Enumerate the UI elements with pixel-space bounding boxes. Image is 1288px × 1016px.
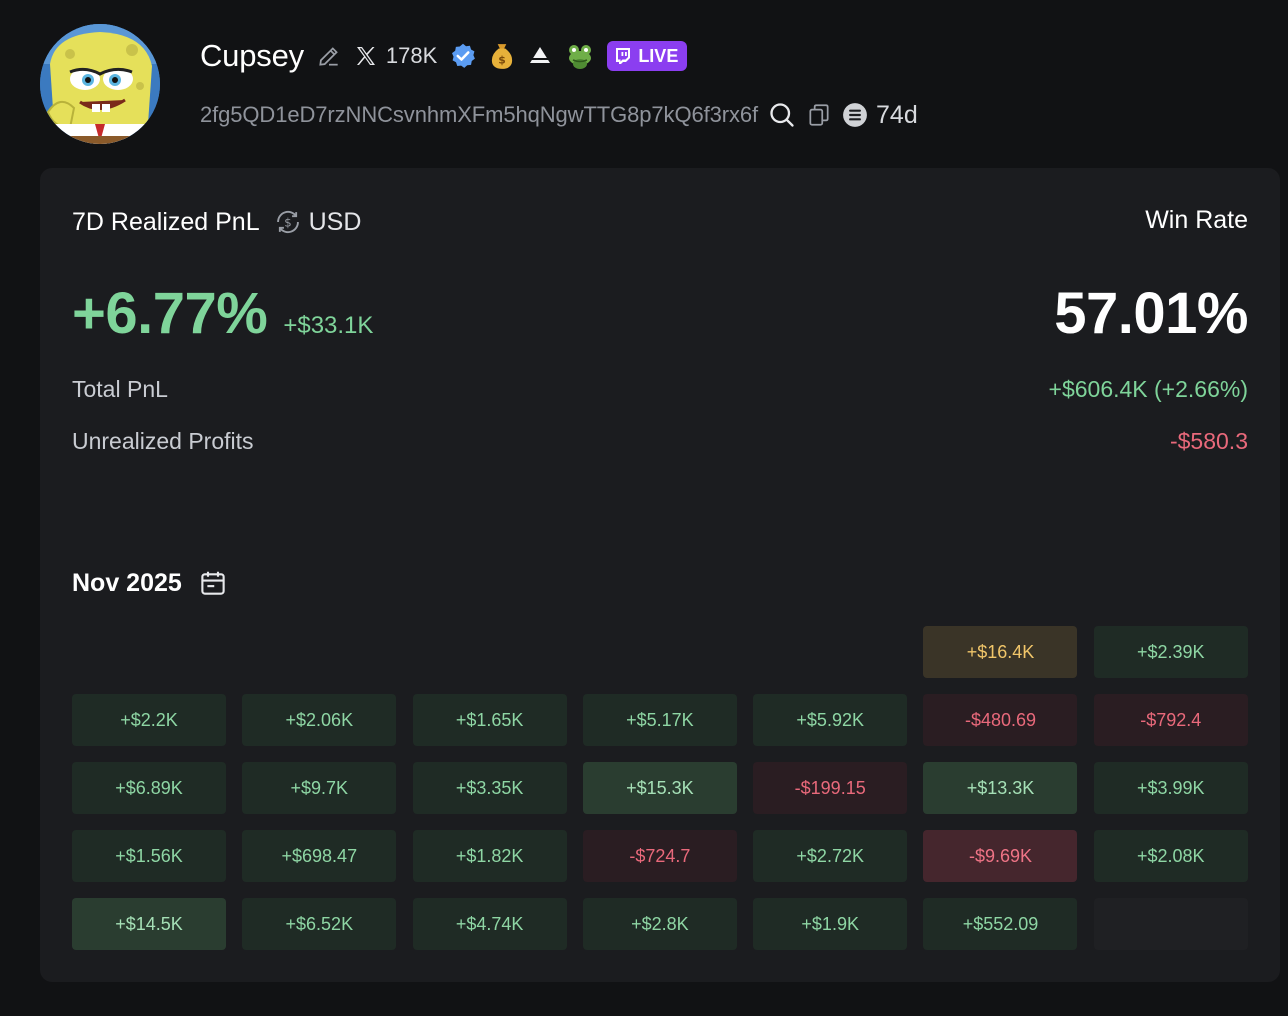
total-pnl-label: Total PnL [72, 376, 168, 402]
calendar-day-cell[interactable]: +$2.08K [1093, 830, 1248, 882]
currency-label: USD [308, 207, 362, 236]
currency-toggle[interactable]: $ USD [274, 207, 362, 237]
calendar-day-cell[interactable]: -$199.15 [753, 762, 908, 814]
avatar-image [40, 24, 160, 144]
calendar-day-cell[interactable]: +$13.3K [923, 762, 1078, 814]
calendar-day-cell[interactable]: +$5.17K [582, 694, 737, 746]
wallet-address[interactable]: 2fg5QD1eD7rzNNCsvnhmXFm5hqNgwTTG8p7kQ6f3… [200, 102, 758, 128]
edit-pencil-icon[interactable] [316, 43, 342, 69]
calendar-day-cell[interactable]: +$15.3K [582, 762, 737, 814]
calendar-day-cell[interactable]: +$2.2K [72, 694, 226, 746]
calendar-day-cell[interactable]: +$6.52K [242, 898, 397, 950]
calendar-day-cell[interactable]: +$14.5K [72, 898, 226, 950]
pnl-main-values: +6.77% +$33.1K [72, 280, 373, 347]
calendar-grid: +$16.4K +$2.39K +$2.2K +$2.06K +$1.65K +$5.17… [72, 626, 1248, 950]
calendar-day-cell[interactable]: +$9.7K [242, 762, 397, 814]
win-rate-label: Win Rate [1145, 206, 1248, 234]
calendar-empty-slot [753, 626, 907, 678]
calendar-day-cell[interactable]: -$792.4 [1093, 694, 1248, 746]
calendar-day-cell[interactable]: +$5.92K [753, 694, 908, 746]
calendar-empty-slot [413, 626, 567, 678]
calendar-empty-slot [583, 626, 737, 678]
calendar-day-cell[interactable]: -$724.7 [582, 830, 737, 882]
frog-icon[interactable] [565, 42, 595, 70]
calendar-header: Nov 2025 [72, 566, 228, 600]
calendar-empty-slot [72, 626, 226, 678]
calendar-day-cell[interactable]: +$6.89K [72, 762, 226, 814]
calendar-empty-slot [242, 626, 396, 678]
calendar-day-cell[interactable]: +$4.74K [412, 898, 567, 950]
calendar-day-cell [1093, 898, 1248, 950]
calendar-day-cell[interactable]: +$552.09 [923, 898, 1078, 950]
total-pnl-value: +$606.4K (+2.66%) [1048, 376, 1248, 402]
calendar-day-cell[interactable]: +$1.56K [72, 830, 226, 882]
svg-text:$: $ [499, 54, 506, 67]
calendar-day-cell[interactable]: +$2.72K [753, 830, 908, 882]
calendar-day-cell[interactable]: +$2.8K [582, 898, 737, 950]
pnl-title-row: 7D Realized PnL $ USD [72, 206, 361, 238]
calendar-day-cell[interactable]: +$2.06K [242, 694, 397, 746]
follower-count: 178K [385, 43, 438, 68]
pnl-title: 7D Realized PnL [72, 207, 260, 236]
calendar-day-cell[interactable]: +$698.47 [242, 830, 397, 882]
currency-swap-icon: $ [276, 210, 299, 234]
calendar-day-cell[interactable]: +$2.39K [1093, 626, 1248, 678]
calendar-day-cell[interactable]: +$3.99K [1093, 762, 1248, 814]
avatar[interactable] [40, 24, 160, 144]
win-rate-value: 57.01% [1054, 281, 1248, 346]
pnl-percent: +6.77% [72, 281, 268, 346]
profile-header: Cupsey 178K $ LIVE 2fg5QD1eD7rzNNCsvnhmX… [40, 24, 1260, 144]
calendar-day-cell[interactable]: +$1.9K [753, 898, 908, 950]
address-row: 2fg5QD1eD7rzNNCsvnhmXFm5hqNgwTTG8p7kQ6f3… [200, 98, 918, 132]
live-badge[interactable]: LIVE [607, 41, 688, 71]
svg-text:$: $ [284, 216, 291, 230]
calendar-day-cell[interactable]: -$9.69K [923, 830, 1078, 882]
calendar-day-cell[interactable]: +$1.65K [412, 694, 567, 746]
chain-icon [842, 102, 868, 128]
calendar-day-cell[interactable]: +$16.4K [923, 626, 1078, 678]
calendar-day-cell[interactable]: +$3.35K [412, 762, 567, 814]
calendar-day-cell[interactable]: -$480.69 [923, 694, 1078, 746]
pnl-card: 7D Realized PnL $ USD Win Rate +6.77% +$… [40, 168, 1280, 982]
calendar-day-cell[interactable]: +$1.82K [412, 830, 567, 882]
live-label: LIVE [638, 45, 679, 66]
money-bag-icon[interactable]: $ [489, 42, 515, 70]
x-logo-icon[interactable] [354, 44, 378, 68]
verified-badge-icon [449, 42, 477, 70]
triangle-logo-icon[interactable] [527, 44, 553, 68]
search-icon[interactable] [768, 101, 796, 129]
profile-name: Cupsey [200, 38, 304, 73]
wallet-profile-page: Cupsey 178K $ LIVE 2fg5QD1eD7rzNNCsvnhmX… [0, 0, 1288, 1016]
unrealized-value: -$580.3 [1169, 428, 1248, 454]
calendar-icon[interactable] [198, 568, 228, 598]
copy-icon[interactable] [806, 102, 832, 128]
unrealized-label: Unrealized Profits [72, 428, 254, 454]
name-row: Cupsey 178K $ LIVE [200, 36, 688, 76]
pnl-usd: +$33.1K [283, 312, 374, 339]
twitch-icon [616, 48, 631, 64]
wallet-age: 74d [876, 100, 918, 129]
calendar-month: Nov 2025 [72, 568, 182, 597]
